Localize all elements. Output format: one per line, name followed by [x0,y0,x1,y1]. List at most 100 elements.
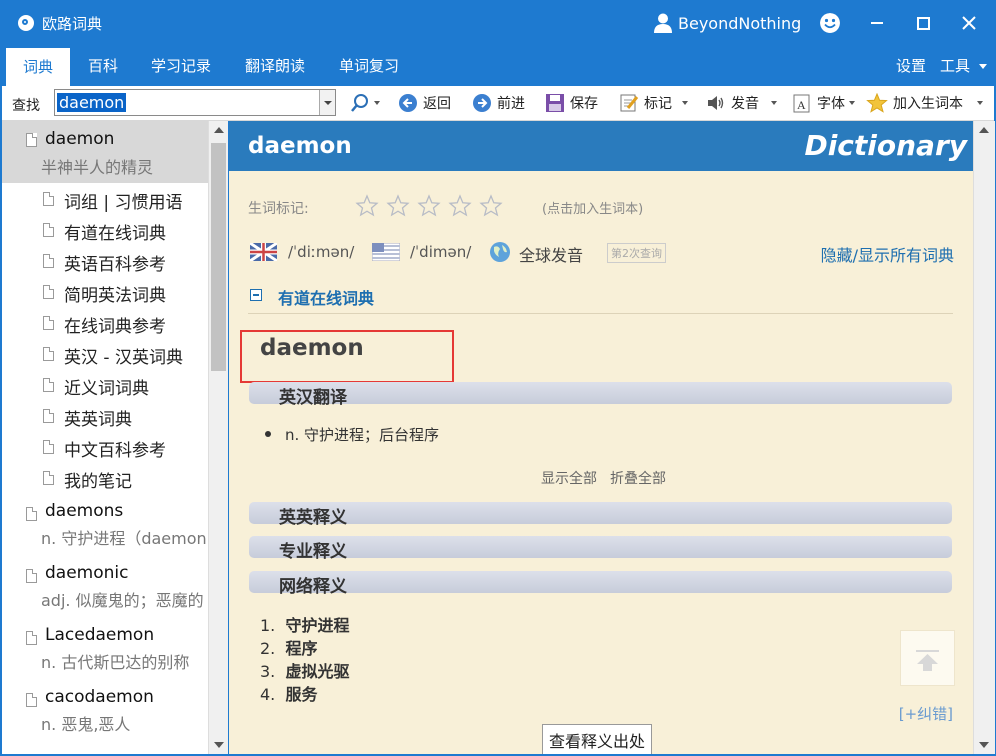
web-section-bar[interactable]: 网络释义 [249,571,952,597]
us-phonetic: /ˈdimən/ [410,243,472,261]
list-item-word: cacodaemon [45,687,154,707]
save-button[interactable]: 保存 [545,91,598,115]
search-history-dropdown[interactable] [319,90,335,115]
forward-button[interactable]: 前进 [472,91,525,115]
tab-encyclopedia[interactable]: 百科 [80,46,126,86]
tab-word-review[interactable]: 单词复习 [328,46,410,86]
sub-item-label: 在线词典参考 [64,317,166,337]
search-input-value[interactable]: daemon [57,93,127,112]
list-item[interactable]: cacodaemon n. 恶鬼,恶人 [2,685,208,743]
add-vocab-label: 加入生词本 [893,96,963,112]
document-icon [43,440,54,454]
settings-menu[interactable]: 设置 [892,46,930,86]
list-item-word: daemonic [45,563,129,583]
minimize-button[interactable] [854,0,900,46]
sub-item[interactable]: 词组 | 习惯用语 [2,187,208,215]
save-icon [546,94,564,112]
forward-label: 前进 [497,96,525,112]
mark-label: 标记 [644,96,672,112]
uk-flag-icon[interactable] [250,243,277,261]
tab-dictionary[interactable]: 词典 [6,48,70,88]
document-icon [43,316,54,330]
username[interactable]: BeyondNothing [678,14,801,33]
list-item: 4. 服务 [260,685,318,704]
scroll-down-icon[interactable] [979,742,989,748]
sub-item[interactable]: 在线词典参考 [2,311,208,339]
uk-phonetic: /ˈdiːmən/ [288,243,355,261]
star-icon [448,194,472,217]
document-icon [43,409,54,423]
list-item-selected[interactable]: daemon 半神半人的精灵 [2,121,208,183]
sub-item-label: 近义词词典 [64,379,149,399]
sub-item[interactable]: 有道在线词典 [2,218,208,246]
sub-item[interactable]: 英汉 - 汉英词典 [2,342,208,370]
scrollbar-thumb[interactable] [211,143,226,371]
close-button[interactable] [946,0,992,46]
globe-icon[interactable] [489,241,511,263]
app-logo-icon [18,15,34,31]
back-to-top-button[interactable] [900,630,955,686]
sub-item-label: 简明英法词典 [64,286,166,306]
rating-stars[interactable] [355,194,507,220]
chevron-down-icon [978,64,987,69]
toggle-all-dicts-link[interactable]: 隐藏/显示所有词典 [821,242,954,266]
user-icon[interactable] [654,13,672,33]
star-icon [479,194,503,217]
scroll-up-icon[interactable] [214,127,224,133]
sub-item[interactable]: 我的笔记 [2,466,208,494]
sub-item[interactable]: 近义词词典 [2,373,208,401]
mark-button[interactable]: 标记 [619,91,688,115]
view-source-button[interactable]: 查看释义出处 [542,724,653,754]
list-item-word: Lacedaemon [45,625,155,645]
sub-item[interactable]: 中文百科参考 [2,435,208,463]
en-cn-section-bar[interactable]: 英汉翻译 [249,382,952,408]
web-definition-list: 1. 守护进程 2. 程序 3. 虚拟光驱 4. 服务 [260,614,349,706]
us-flag-icon[interactable] [372,243,400,261]
pronounce-button[interactable]: 发音 [706,91,777,115]
section-title[interactable]: 有道在线词典 [278,285,374,309]
tools-menu[interactable]: 工具 [940,46,988,86]
document-icon [43,192,54,206]
sub-item-label: 我的笔记 [64,472,132,492]
list-item-definition: adj. 似魔鬼的；恶魔的 [41,591,204,610]
en-cn-title: 英汉翻译 [279,388,347,408]
document-icon [43,471,54,485]
list-item-definition: n. 恶鬼,恶人 [41,715,131,734]
divider [248,313,953,314]
sub-item[interactable]: 英语百科参考 [2,249,208,277]
back-arrow-icon [399,94,417,112]
search-input[interactable]: daemon [54,89,336,116]
list-item[interactable]: daemonic adj. 似魔鬼的；恶魔的 [2,561,208,619]
app-title: 欧路词典 [42,15,103,33]
pro-section-bar[interactable]: 专业释义 [249,536,952,562]
pronounce-label: 发音 [731,96,759,112]
sidebar-scrollbar[interactable] [208,121,228,754]
document-icon [26,133,37,147]
list-item[interactable]: daemons n. 守护进程（daemon的复数） [2,499,208,557]
maximize-button[interactable] [900,0,946,46]
correction-link[interactable]: [+纠错] [899,703,953,724]
document-icon [43,378,54,392]
collapse-icon[interactable] [250,289,262,301]
back-button[interactable]: 返回 [398,91,451,115]
add-vocab-button[interactable]: 加入生词本 [866,91,983,115]
global-pronounce-link[interactable]: 全球发音 [519,242,583,266]
tab-translate-read[interactable]: 翻译朗读 [234,46,316,86]
scroll-up-icon[interactable] [979,127,989,133]
arrow-up-icon [916,650,939,671]
font-button[interactable]: A 字体 [792,91,855,115]
show-all-link[interactable]: 显示全部 [541,468,597,488]
back-label: 返回 [423,96,451,112]
smile-icon[interactable] [820,13,840,33]
sub-item[interactable]: 简明英法词典 [2,280,208,308]
list-item[interactable]: Lacedaemon n. 古代斯巴达的别称 [2,623,208,681]
en-en-section-bar[interactable]: 英英释义 [249,502,952,528]
content-scrollbar[interactable] [973,121,995,754]
tab-study-records[interactable]: 学习记录 [140,46,222,86]
search-button[interactable] [350,91,380,115]
list-item-word: daemon [45,129,115,149]
sub-item[interactable]: 英英词典 [2,404,208,432]
collapse-all-link[interactable]: 折叠全部 [610,468,666,488]
font-label: 字体 [817,96,845,112]
scroll-down-icon[interactable] [214,742,224,748]
